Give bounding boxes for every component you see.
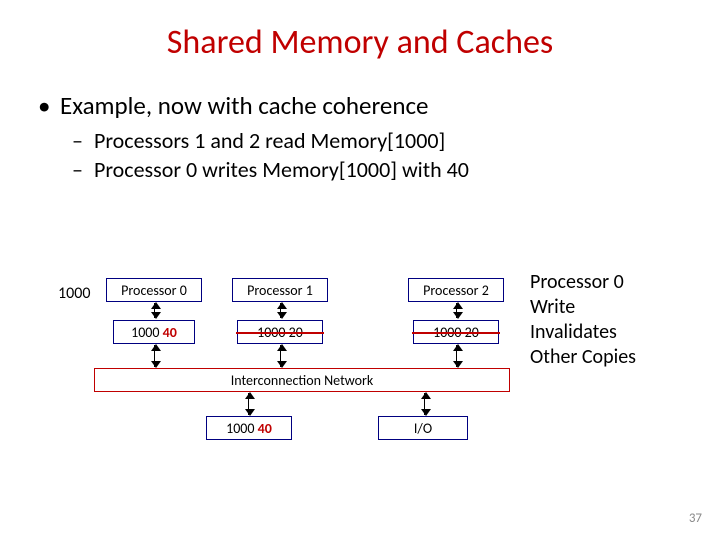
- processor-1-box: Processor 1: [232, 278, 328, 302]
- processor-1-label: Processor 1: [247, 282, 313, 299]
- arrow-net-io: [424, 393, 425, 415]
- arrow-cache0-net: [154, 345, 155, 367]
- memory-value: 1000 40: [226, 420, 272, 437]
- cache-1-value: 1000 20: [257, 324, 303, 341]
- io-label: I/O: [414, 420, 432, 437]
- cache-0-box: 1000 40: [113, 320, 195, 344]
- interconnect-label: Interconnection Network: [231, 372, 374, 389]
- side-note-line2: Write: [530, 295, 636, 320]
- interconnect-box: Interconnection Network: [94, 368, 510, 392]
- arrow-net-mem: [248, 393, 249, 415]
- side-note: Processor 0 Write Invalidates Other Copi…: [530, 270, 636, 370]
- cache-1-box: 1000 20: [237, 320, 323, 344]
- diagram: 1000 Processor 0 1000 40 Processor 1 100…: [0, 270, 720, 510]
- processor-2-box: Processor 2: [408, 278, 504, 302]
- slide: Shared Memory and Caches Example, now wi…: [0, 0, 720, 540]
- slide-title: Shared Memory and Caches: [0, 22, 720, 63]
- bullet-lvl2-b: Processor 0 writes Memory[1000] with 40: [38, 156, 680, 183]
- side-address-label: 1000: [58, 284, 90, 303]
- arrow-cache2-net: [456, 345, 457, 367]
- bullet-lvl2-a: Processors 1 and 2 read Memory[1000]: [38, 127, 680, 154]
- arrow-proc1-cache: [280, 303, 281, 318]
- side-note-line3: Invalidates: [530, 320, 636, 345]
- arrow-cache1-net: [280, 345, 281, 367]
- cache-2-box: 1000 20: [413, 320, 499, 344]
- page-number: 37: [689, 511, 702, 526]
- processor-0-label: Processor 0: [121, 282, 187, 299]
- side-note-line1: Processor 0: [530, 270, 636, 295]
- arrow-proc2-cache: [456, 303, 457, 318]
- bullet-lvl1: Example, now with cache coherence: [38, 90, 680, 121]
- cache-2-value: 1000 20: [433, 324, 479, 341]
- cache-0-value: 1000 40: [131, 324, 177, 341]
- arrow-proc0-cache: [154, 303, 155, 318]
- memory-box: 1000 40: [206, 416, 292, 440]
- processor-0-box: Processor 0: [106, 278, 202, 302]
- processor-2-label: Processor 2: [423, 282, 489, 299]
- io-box: I/O: [378, 416, 468, 440]
- side-note-line4: Other Copies: [530, 345, 636, 370]
- bullet-list: Example, now with cache coherence Proces…: [38, 90, 680, 185]
